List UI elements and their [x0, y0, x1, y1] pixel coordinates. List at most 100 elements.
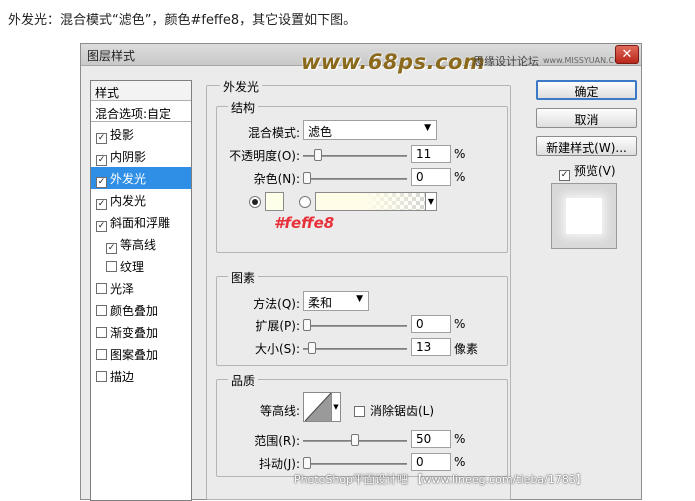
- spread-percent: %: [454, 317, 466, 331]
- style-item[interactable]: ✓ 外发光: [91, 167, 191, 189]
- style-item[interactable]: ✓ 内发光: [91, 189, 191, 211]
- dialog-title: 图层样式: [87, 49, 136, 63]
- opacity-label: 不透明度(O):: [229, 149, 300, 163]
- opacity-slider[interactable]: [303, 149, 407, 165]
- style-item-label: 渐变叠加: [110, 326, 159, 340]
- slider-thumb[interactable]: [303, 319, 311, 331]
- contour-label: 等高线:: [259, 404, 300, 418]
- style-item[interactable]: 渐变叠加: [91, 321, 191, 343]
- styles-list: 样式 混合选项:自定 ✓ 投影 ✓ 内阴影 ✓ 外发光 ✓ 内发光 ✓ 斜面和浮雕 ✓ 等高线 纹理 光泽…: [90, 80, 192, 501]
- style-item[interactable]: 光泽: [91, 277, 191, 299]
- slider-track: [303, 178, 407, 180]
- style-checkbox[interactable]: [96, 349, 107, 360]
- ok-button[interactable]: 确定: [536, 80, 637, 100]
- slider-thumb[interactable]: [303, 457, 311, 469]
- range-input[interactable]: 50: [411, 430, 451, 448]
- gradient-picker[interactable]: ▼: [315, 192, 437, 211]
- size-slider[interactable]: [303, 342, 407, 358]
- site-watermark: www.68ps.com: [301, 50, 486, 74]
- chevron-down-icon: ▼: [424, 123, 431, 133]
- gradient-radio[interactable]: [299, 196, 311, 208]
- style-checkbox[interactable]: [96, 305, 107, 316]
- style-item-label: 内发光: [110, 194, 147, 208]
- glow-color-swatch[interactable]: [265, 192, 284, 211]
- elements-title: 图素: [228, 269, 259, 286]
- opacity-input[interactable]: 11: [411, 145, 451, 163]
- noise-slider[interactable]: [303, 172, 407, 188]
- chevron-down-icon: ▼: [356, 294, 363, 304]
- technique-select[interactable]: 柔和 ▼: [303, 291, 369, 311]
- style-item-label: 颜色叠加: [110, 304, 159, 318]
- slider-thumb[interactable]: [351, 434, 359, 446]
- range-percent: %: [454, 432, 466, 446]
- quality-title: 品质: [228, 372, 259, 389]
- size-unit: 像素: [454, 342, 479, 356]
- style-checkbox[interactable]: ✓: [96, 221, 107, 232]
- preview-label: 预览(V): [574, 164, 616, 178]
- preview-thumbnail: [551, 183, 617, 249]
- style-item[interactable]: 图案叠加: [91, 343, 191, 365]
- blend-mode-label: 混合模式:: [247, 126, 300, 140]
- style-item[interactable]: ✓ 斜面和浮雕: [91, 211, 191, 233]
- outer-glow-panel: 外发光 结构 混合模式: 滤色 ▼ 不透明度(O): 11 % 杂色(N): 0…: [206, 75, 512, 500]
- jitter-input[interactable]: 0: [411, 453, 451, 471]
- outer-glow-title: 外发光: [220, 78, 263, 95]
- noise-input[interactable]: 0: [411, 168, 451, 186]
- style-item[interactable]: 纹理: [91, 255, 191, 277]
- slider-track: [303, 325, 407, 327]
- new-style-button[interactable]: 新建样式(W)...: [536, 136, 637, 156]
- slider-thumb[interactable]: [303, 172, 311, 184]
- spread-slider[interactable]: [303, 319, 407, 335]
- style-checkbox[interactable]: [96, 283, 107, 294]
- style-checkbox[interactable]: ✓: [96, 199, 107, 210]
- technique-label: 方法(Q):: [253, 297, 300, 311]
- slider-thumb[interactable]: [314, 149, 322, 161]
- range-slider[interactable]: [303, 434, 407, 450]
- page-caption: 外发光：混合模式“滤色”，颜色#feffe8，其它设置如下图。: [8, 13, 357, 28]
- slider-track: [303, 463, 407, 465]
- style-checkbox[interactable]: [96, 327, 107, 338]
- layer-style-dialog: 图层样式 www.68ps.com 思缘设计论坛 www.MISSYUAN.CO…: [80, 43, 642, 501]
- antialias-checkbox[interactable]: [354, 406, 365, 417]
- cancel-button[interactable]: 取消: [536, 108, 637, 128]
- style-checkbox[interactable]: [96, 371, 107, 382]
- contour-picker[interactable]: ▼: [303, 392, 341, 422]
- style-item-label: 内阴影: [110, 150, 147, 164]
- opacity-percent: %: [454, 147, 466, 161]
- blending-options-item[interactable]: 混合选项:自定: [91, 102, 191, 122]
- footer-watermark: PhotoShop平面设计吧 【www.lineeg.com/tieba/178…: [294, 473, 587, 486]
- style-item[interactable]: 颜色叠加: [91, 299, 191, 321]
- noise-label: 杂色(N):: [253, 172, 300, 186]
- spread-input[interactable]: 0: [411, 315, 451, 333]
- style-item-label: 光泽: [110, 282, 135, 296]
- style-item-label: 等高线: [120, 238, 157, 252]
- style-checkbox[interactable]: ✓: [96, 133, 107, 144]
- close-button[interactable]: ✕: [615, 45, 639, 64]
- style-item[interactable]: ✓ 等高线: [91, 233, 191, 255]
- technique-value: 柔和: [308, 296, 333, 310]
- style-checkbox[interactable]: [106, 261, 117, 272]
- preview-swatch: [566, 198, 602, 234]
- style-item[interactable]: 描边: [91, 365, 191, 387]
- jitter-label: 抖动(J):: [259, 457, 300, 471]
- style-item-label: 图案叠加: [110, 348, 159, 362]
- style-checkbox[interactable]: ✓: [106, 243, 117, 254]
- preview-checkbox[interactable]: ✓: [559, 170, 570, 181]
- close-icon: ✕: [621, 47, 633, 62]
- style-checkbox[interactable]: ✓: [96, 155, 107, 166]
- blend-mode-value: 滤色: [308, 125, 333, 139]
- slider-thumb[interactable]: [308, 342, 316, 354]
- style-item-label: 纹理: [120, 260, 145, 274]
- contour-curve-icon: [305, 393, 331, 421]
- range-label: 范围(R):: [254, 434, 300, 448]
- size-input[interactable]: 13: [411, 338, 451, 356]
- blend-mode-select[interactable]: 滤色 ▼: [303, 120, 437, 140]
- style-checkbox[interactable]: ✓: [96, 177, 107, 188]
- style-item-label: 描边: [110, 370, 135, 384]
- solid-color-radio[interactable]: [249, 196, 261, 208]
- antialias-label: 消除锯齿(L): [370, 404, 435, 418]
- styles-header[interactable]: 样式: [91, 81, 191, 101]
- color-annotation: #feffe8: [274, 214, 335, 232]
- style-item[interactable]: ✓ 内阴影: [91, 145, 191, 167]
- style-item[interactable]: ✓ 投影: [91, 123, 191, 145]
